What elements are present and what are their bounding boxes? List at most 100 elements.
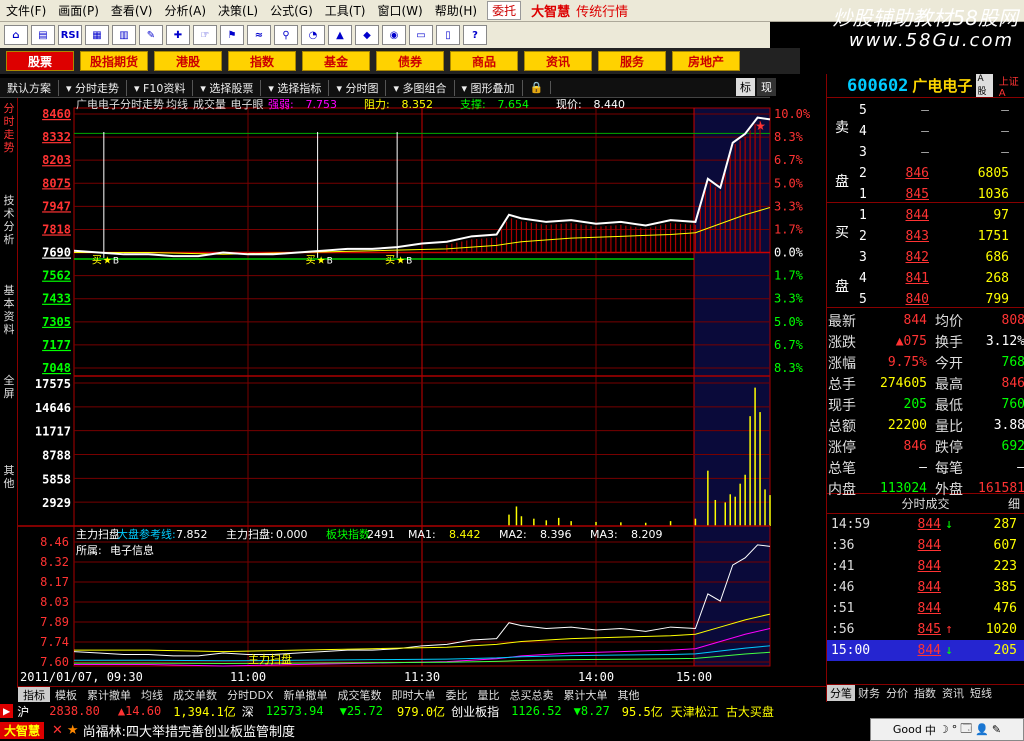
menu-tools[interactable]: 工具(T) <box>319 2 372 19</box>
flag-icon[interactable]: ⚑ <box>220 25 244 45</box>
lock-icon[interactable]: 🔒 <box>523 81 552 94</box>
indicator-tab-9[interactable]: 委比 <box>440 687 472 702</box>
taskbar-item-4[interactable]: 🗔 <box>960 720 972 739</box>
menu-file[interactable]: 文件(F) <box>0 2 52 19</box>
subbar-item-2[interactable]: ▾ F10资料 <box>127 79 194 96</box>
intraday-chart[interactable]: 8460 10.0% 8332 8.3% 8203 6.7% 8075 5.0% 7947 3.3… <box>18 97 826 688</box>
panel-tab-3[interactable]: 指数 <box>911 685 939 701</box>
subbar-item-0[interactable]: 默认方案 <box>0 79 59 96</box>
taskbar-item-1[interactable]: 中 <box>925 722 936 738</box>
bid-price[interactable]: 843 <box>883 229 929 244</box>
sz-value[interactable]: 12573.94 <box>266 704 324 718</box>
ask-price[interactable]: – <box>883 124 929 139</box>
taskbar-item-6[interactable]: ✎ <box>992 723 1001 736</box>
menu-view-screen[interactable]: 画面(P) <box>52 2 105 19</box>
indicator-tab-4[interactable]: 成交单数 <box>168 687 222 702</box>
cy-value[interactable]: 1126.52 <box>511 704 562 718</box>
panel-tab-4[interactable]: 资讯 <box>939 685 967 701</box>
taskbar-item-2[interactable]: ☽ <box>939 723 949 736</box>
indicator-tab-10[interactable]: 量比 <box>472 687 504 702</box>
trade-row[interactable]: :46 844 385 <box>827 577 1024 598</box>
market-tab-5[interactable]: 债券 <box>376 51 444 71</box>
menu-view[interactable]: 查看(V) <box>105 2 159 19</box>
panel-tab-1[interactable]: 财务 <box>855 685 883 701</box>
ask-price[interactable]: – <box>883 145 929 160</box>
subbar-item-6[interactable]: ▾ 多图组合 <box>386 79 455 96</box>
trade-row[interactable]: :51 844 476 <box>827 598 1024 619</box>
menu-decision[interactable]: 决策(L) <box>212 2 264 19</box>
left-tab-0[interactable]: 分时走势 <box>2 102 16 154</box>
trade-row[interactable]: 14:59 844 ↓ 287 <box>827 514 1024 535</box>
trade-row[interactable]: :36 844 607 <box>827 535 1024 556</box>
order-button[interactable]: 委托 <box>487 1 522 20</box>
card-icon[interactable]: ▭ <box>409 25 433 45</box>
rsi-icon[interactable]: RSI <box>58 25 82 45</box>
subbar-item-3[interactable]: ▾ 选择股票 <box>193 79 262 96</box>
indicator-tab-12[interactable]: 累计大单 <box>558 687 612 702</box>
pencil-icon[interactable]: ✎ <box>139 25 163 45</box>
ask-price[interactable]: 845 <box>883 187 929 202</box>
market-tab-4[interactable]: 基金 <box>302 51 370 71</box>
panel-tab-0[interactable]: 分笔 <box>827 685 855 701</box>
indicator-tab-0[interactable]: 指标 <box>18 687 50 702</box>
subbar-item-4[interactable]: ▾ 选择指标 <box>261 79 330 96</box>
left-tab-1[interactable]: 技术分析 <box>2 194 16 246</box>
indicator-tab-2[interactable]: 累计撤单 <box>82 687 136 702</box>
taskbar-item-0[interactable]: Good <box>893 723 922 736</box>
diamond-icon[interactable]: ◆ <box>355 25 379 45</box>
subbar-item-5[interactable]: ▾ 分时图 <box>329 79 387 96</box>
indicator-tab-5[interactable]: 分时DDX <box>222 687 278 702</box>
market-tab-3[interactable]: 指数 <box>228 51 296 71</box>
menu-analysis[interactable]: 分析(A) <box>158 2 212 19</box>
indicator-tab-3[interactable]: 均线 <box>136 687 168 702</box>
panel-tab-2[interactable]: 分价 <box>883 685 911 701</box>
taskbar-item-5[interactable]: 👤 <box>975 723 989 736</box>
indicator-tab-13[interactable]: 其他 <box>612 687 644 702</box>
bid-price[interactable]: 844 <box>883 208 929 223</box>
bid-price[interactable]: 841 <box>883 271 929 286</box>
sh-value[interactable]: 2838.80 <box>49 704 100 718</box>
bid-price[interactable]: 842 <box>883 250 929 265</box>
indicator-tab-6[interactable]: 新单撤单 <box>278 687 332 702</box>
view-tab-0[interactable]: 标 <box>736 78 755 96</box>
globe-icon[interactable]: ◉ <box>382 25 406 45</box>
market-tab-6[interactable]: 商品 <box>450 51 518 71</box>
grid-icon[interactable]: ▦ <box>85 25 109 45</box>
indicator-tab-11[interactable]: 总买总卖 <box>504 687 558 702</box>
market-tab-2[interactable]: 港股 <box>154 51 222 71</box>
up-icon[interactable]: ▲ <box>328 25 352 45</box>
trade-row[interactable]: :56 845 ↑ 1020 <box>827 619 1024 640</box>
subbar-item-7[interactable]: ▾ 图形叠加 <box>455 79 523 96</box>
left-tab-4[interactable]: 其他 <box>2 464 16 490</box>
ask-price[interactable]: 846 <box>883 166 929 181</box>
indicator-tab-1[interactable]: 模板 <box>50 687 82 702</box>
indicator-tab-8[interactable]: 即时大单 <box>386 687 440 702</box>
trades-detail-button[interactable]: 细 <box>1008 495 1020 512</box>
drag-icon[interactable]: ☞ <box>193 25 217 45</box>
panel-tab-5[interactable]: 短线 <box>967 685 995 701</box>
taskbar-item-3[interactable]: ° <box>952 723 958 736</box>
market-tab-1[interactable]: 股指期货 <box>80 51 148 71</box>
menu-help[interactable]: 帮助(H) <box>429 2 483 19</box>
wave-icon[interactable]: ≈ <box>247 25 271 45</box>
left-tab-2[interactable]: 基本资料 <box>2 284 16 336</box>
help-icon[interactable]: ? <box>463 25 487 45</box>
trade-row[interactable]: 15:00 844 ↓ 205 <box>827 640 1024 661</box>
market-tab-0[interactable]: 股票 <box>6 51 74 71</box>
ask-price[interactable]: – <box>883 103 929 118</box>
news-headline[interactable]: 尚福林:四大举措完善创业板监管制度 <box>83 721 295 740</box>
left-tab-3[interactable]: 全屏 <box>2 374 16 400</box>
view-tab-1[interactable]: 现 <box>757 78 776 96</box>
calc-icon[interactable]: ▥ <box>112 25 136 45</box>
subbar-item-1[interactable]: ▾ 分时走势 <box>59 79 128 96</box>
binoculars-icon[interactable]: ⚲ <box>274 25 298 45</box>
market-tab-8[interactable]: 服务 <box>598 51 666 71</box>
home-icon[interactable]: ⌂ <box>4 25 28 45</box>
indicator-tab-7[interactable]: 成交笔数 <box>332 687 386 702</box>
book-icon[interactable]: ▯ <box>436 25 460 45</box>
menu-formula[interactable]: 公式(G) <box>264 2 319 19</box>
chart-icon[interactable]: ▤ <box>31 25 55 45</box>
market-tab-9[interactable]: 房地产 <box>672 51 740 71</box>
cross-icon[interactable]: ✚ <box>166 25 190 45</box>
menu-window[interactable]: 窗口(W) <box>371 2 428 19</box>
